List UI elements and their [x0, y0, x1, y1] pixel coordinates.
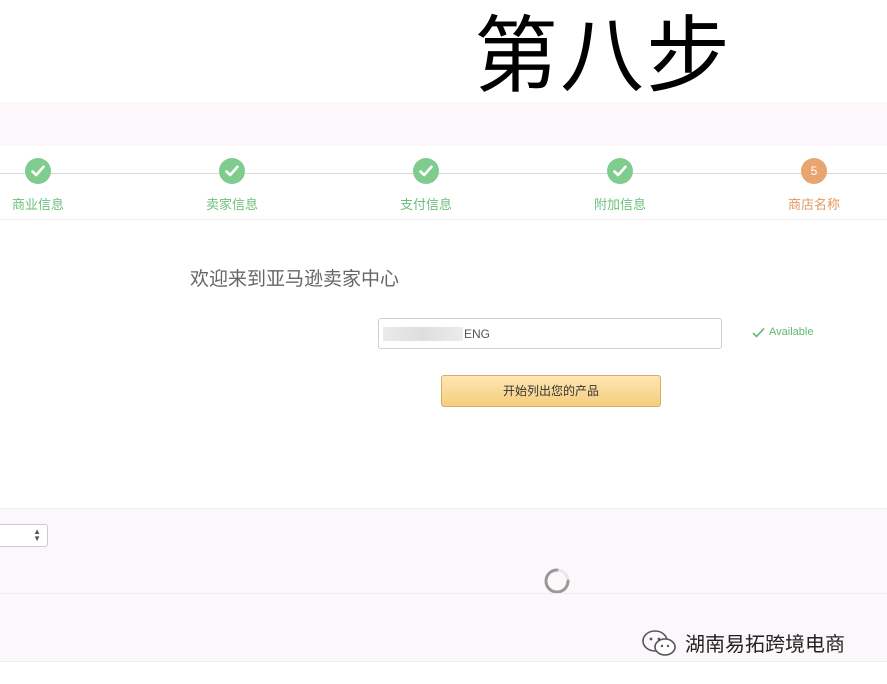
check-icon [219, 158, 245, 184]
step-seller-info: 卖家信息 [192, 158, 272, 213]
select-arrows-icon: ▲ ▼ [33, 527, 41, 543]
store-name-input[interactable]: ENG [378, 318, 722, 349]
redacted-text [383, 326, 463, 341]
availability-text: Available [769, 326, 814, 338]
step-label: 商店名称 [787, 197, 840, 212]
step-label: 附加信息 [593, 197, 646, 212]
step-label: 卖家信息 [205, 197, 258, 212]
step-store-name: 5 商店名称 [774, 158, 854, 213]
stepper-divider [0, 219, 887, 220]
progress-stepper: 商业信息 卖家信息 支付信息 附加信息 5 商店名称 [0, 146, 887, 222]
check-icon [25, 158, 51, 184]
step-payment-info: 支付信息 [386, 158, 466, 213]
wechat-icon [642, 629, 676, 656]
store-name-value: ENG [464, 326, 491, 341]
watermark-text: 湖南易拓跨境电商 [685, 634, 845, 656]
checkmark-icon [752, 327, 765, 338]
watermark: 湖南易拓跨境电商 [641, 628, 845, 657]
start-listing-button[interactable]: 开始列出您的产品 [441, 375, 661, 407]
step-additional-info: 附加信息 [580, 158, 660, 213]
check-icon [607, 158, 633, 184]
welcome-heading: 欢迎来到亚马逊卖家中心 [190, 269, 400, 290]
step-number: 5 [801, 158, 827, 184]
check-icon [413, 158, 439, 184]
bottom-band [0, 508, 887, 593]
overlay-step-title: 第八步 [474, 7, 733, 105]
step-label: 商业信息 [11, 197, 64, 212]
dropdown-select[interactable]: ▲ ▼ [0, 524, 48, 547]
step-label: 支付信息 [399, 197, 452, 212]
footer-divider [0, 661, 887, 662]
top-band [0, 102, 887, 146]
step-business-info: 商业信息 [0, 158, 78, 213]
availability-status: Available [752, 326, 813, 338]
